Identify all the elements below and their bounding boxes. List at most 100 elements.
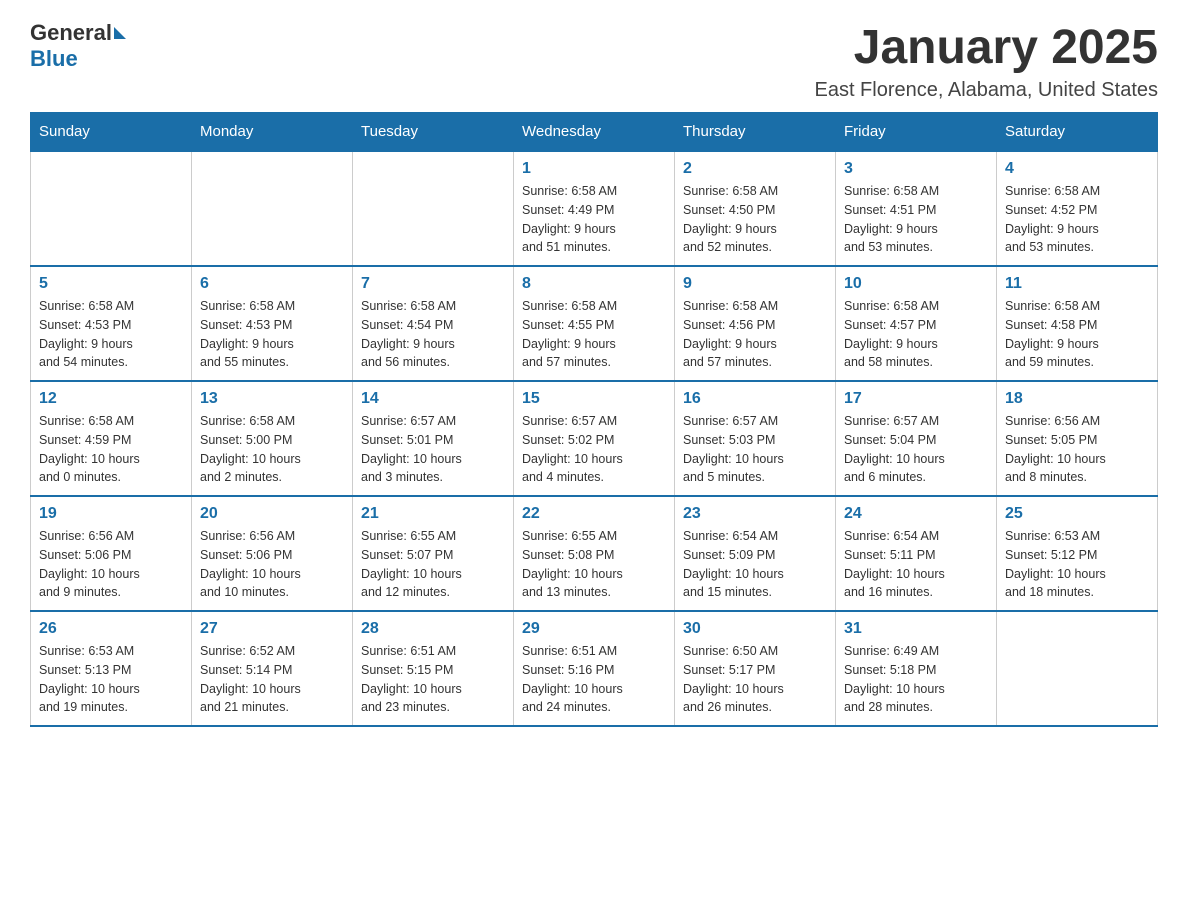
day-number: 27 <box>200 620 344 638</box>
logo-general-text: General <box>30 20 112 46</box>
day-info: Sunrise: 6:58 AM Sunset: 4:53 PM Dayligh… <box>39 297 183 372</box>
calendar-day-header: Monday <box>192 113 353 152</box>
calendar-day-header: Wednesday <box>514 113 675 152</box>
location-subtitle: East Florence, Alabama, United States <box>814 79 1158 102</box>
day-number: 13 <box>200 390 344 408</box>
day-number: 2 <box>683 160 827 178</box>
calendar-cell: 18Sunrise: 6:56 AM Sunset: 5:05 PM Dayli… <box>997 381 1158 496</box>
day-number: 26 <box>39 620 183 638</box>
day-number: 20 <box>200 505 344 523</box>
day-info: Sunrise: 6:57 AM Sunset: 5:02 PM Dayligh… <box>522 412 666 487</box>
day-number: 12 <box>39 390 183 408</box>
calendar-cell: 9 Sunrise: 6:58 AM Sunset: 4:56 PM Daylig… <box>675 266 836 381</box>
day-info: Sunrise: 6:55 AM Sunset: 5:08 PM Dayligh… <box>522 527 666 602</box>
calendar-cell: 1Sunrise: 6:58 AM Sunset: 4:49 PM Daylig… <box>514 151 675 266</box>
calendar-cell: 23Sunrise: 6:54 AM Sunset: 5:09 PM Dayli… <box>675 496 836 611</box>
calendar-cell: 21 Sunrise: 6:55 AM Sunset: 5:07 PM Dayli… <box>353 496 514 611</box>
calendar-cell: 24Sunrise: 6:54 AM Sunset: 5:11 PM Dayli… <box>836 496 997 611</box>
calendar-cell: 28Sunrise: 6:51 AM Sunset: 5:15 PM Dayli… <box>353 611 514 726</box>
calendar-cell <box>31 151 192 266</box>
calendar-week-row: 12 Sunrise: 6:58 AM Sunset: 4:59 PM Dayli… <box>31 381 1158 496</box>
calendar-cell: 11 Sunrise: 6:58 AM Sunset: 4:58 PM Dayli… <box>997 266 1158 381</box>
day-number: 3 <box>844 160 988 178</box>
day-info: Sunrise: 6:58 AM Sunset: 4:55 PM Dayligh… <box>522 297 666 372</box>
day-info: Sunrise: 6:56 AM Sunset: 5:06 PM Dayligh… <box>39 527 183 602</box>
day-info: Sunrise: 6:58 AM Sunset: 4:49 PM Dayligh… <box>522 182 666 257</box>
day-info: Sunrise: 6:53 AM Sunset: 5:12 PM Dayligh… <box>1005 527 1149 602</box>
day-number: 19 <box>39 505 183 523</box>
day-info: Sunrise: 6:58 AM Sunset: 4:57 PM Dayligh… <box>844 297 988 372</box>
calendar-cell: 19 Sunrise: 6:56 AM Sunset: 5:06 PM Dayli… <box>31 496 192 611</box>
day-number: 30 <box>683 620 827 638</box>
day-info: Sunrise: 6:58 AM Sunset: 4:59 PM Dayligh… <box>39 412 183 487</box>
calendar-cell <box>353 151 514 266</box>
day-number: 5 <box>39 275 183 293</box>
calendar-week-row: 1Sunrise: 6:58 AM Sunset: 4:49 PM Daylig… <box>31 151 1158 266</box>
calendar-cell: 31 Sunrise: 6:49 AM Sunset: 5:18 PM Dayli… <box>836 611 997 726</box>
day-info: Sunrise: 6:58 AM Sunset: 5:00 PM Dayligh… <box>200 412 344 487</box>
calendar-week-row: 26 Sunrise: 6:53 AM Sunset: 5:13 PM Dayli… <box>31 611 1158 726</box>
day-info: Sunrise: 6:55 AM Sunset: 5:07 PM Dayligh… <box>361 527 505 602</box>
day-info: Sunrise: 6:51 AM Sunset: 5:15 PM Dayligh… <box>361 642 505 717</box>
calendar-cell: 13 Sunrise: 6:58 AM Sunset: 5:00 PM Dayli… <box>192 381 353 496</box>
day-number: 24 <box>844 505 988 523</box>
day-number: 22 <box>522 505 666 523</box>
day-info: Sunrise: 6:58 AM Sunset: 4:56 PM Dayligh… <box>683 297 827 372</box>
day-info: Sunrise: 6:58 AM Sunset: 4:58 PM Dayligh… <box>1005 297 1149 372</box>
day-number: 21 <box>361 505 505 523</box>
calendar-cell: 17 Sunrise: 6:57 AM Sunset: 5:04 PM Dayli… <box>836 381 997 496</box>
day-number: 8 <box>522 275 666 293</box>
calendar-day-header: Sunday <box>31 113 192 152</box>
day-info: Sunrise: 6:56 AM Sunset: 5:05 PM Dayligh… <box>1005 412 1149 487</box>
day-info: Sunrise: 6:49 AM Sunset: 5:18 PM Dayligh… <box>844 642 988 717</box>
logo-triangle-icon <box>114 27 126 39</box>
logo-blue-text: Blue <box>30 46 78 71</box>
calendar-cell: 3 Sunrise: 6:58 AM Sunset: 4:51 PM Daylig… <box>836 151 997 266</box>
day-info: Sunrise: 6:57 AM Sunset: 5:01 PM Dayligh… <box>361 412 505 487</box>
calendar-cell: 12 Sunrise: 6:58 AM Sunset: 4:59 PM Dayli… <box>31 381 192 496</box>
day-number: 11 <box>1005 275 1149 293</box>
calendar-cell: 30Sunrise: 6:50 AM Sunset: 5:17 PM Dayli… <box>675 611 836 726</box>
day-number: 10 <box>844 275 988 293</box>
calendar-cell: 14 Sunrise: 6:57 AM Sunset: 5:01 PM Dayli… <box>353 381 514 496</box>
day-number: 14 <box>361 390 505 408</box>
day-info: Sunrise: 6:57 AM Sunset: 5:03 PM Dayligh… <box>683 412 827 487</box>
calendar-header-row: SundayMondayTuesdayWednesdayThursdayFrid… <box>31 113 1158 152</box>
day-info: Sunrise: 6:51 AM Sunset: 5:16 PM Dayligh… <box>522 642 666 717</box>
day-number: 31 <box>844 620 988 638</box>
calendar-cell: 2 Sunrise: 6:58 AM Sunset: 4:50 PM Daylig… <box>675 151 836 266</box>
day-info: Sunrise: 6:58 AM Sunset: 4:53 PM Dayligh… <box>200 297 344 372</box>
calendar-day-header: Saturday <box>997 113 1158 152</box>
calendar-cell: 27Sunrise: 6:52 AM Sunset: 5:14 PM Dayli… <box>192 611 353 726</box>
day-info: Sunrise: 6:58 AM Sunset: 4:54 PM Dayligh… <box>361 297 505 372</box>
logo: General Blue <box>30 20 128 72</box>
calendar-cell: 10 Sunrise: 6:58 AM Sunset: 4:57 PM Dayli… <box>836 266 997 381</box>
day-number: 4 <box>1005 160 1149 178</box>
calendar-day-header: Friday <box>836 113 997 152</box>
day-info: Sunrise: 6:58 AM Sunset: 4:50 PM Dayligh… <box>683 182 827 257</box>
calendar-day-header: Tuesday <box>353 113 514 152</box>
calendar-week-row: 19 Sunrise: 6:56 AM Sunset: 5:06 PM Dayli… <box>31 496 1158 611</box>
day-info: Sunrise: 6:58 AM Sunset: 4:51 PM Dayligh… <box>844 182 988 257</box>
calendar-cell: 22 Sunrise: 6:55 AM Sunset: 5:08 PM Dayli… <box>514 496 675 611</box>
day-info: Sunrise: 6:56 AM Sunset: 5:06 PM Dayligh… <box>200 527 344 602</box>
day-info: Sunrise: 6:58 AM Sunset: 4:52 PM Dayligh… <box>1005 182 1149 257</box>
day-number: 7 <box>361 275 505 293</box>
calendar-cell: 29Sunrise: 6:51 AM Sunset: 5:16 PM Dayli… <box>514 611 675 726</box>
calendar-cell: 20 Sunrise: 6:56 AM Sunset: 5:06 PM Dayli… <box>192 496 353 611</box>
day-info: Sunrise: 6:57 AM Sunset: 5:04 PM Dayligh… <box>844 412 988 487</box>
calendar-cell: 16Sunrise: 6:57 AM Sunset: 5:03 PM Dayli… <box>675 381 836 496</box>
day-number: 9 <box>683 275 827 293</box>
calendar-week-row: 5 Sunrise: 6:58 AM Sunset: 4:53 PM Daylig… <box>31 266 1158 381</box>
day-number: 17 <box>844 390 988 408</box>
page-header: General Blue January 2025 East Florence,… <box>30 20 1158 102</box>
calendar-cell <box>997 611 1158 726</box>
title-section: January 2025 East Florence, Alabama, Uni… <box>814 20 1158 102</box>
day-info: Sunrise: 6:53 AM Sunset: 5:13 PM Dayligh… <box>39 642 183 717</box>
calendar-cell: 6 Sunrise: 6:58 AM Sunset: 4:53 PM Daylig… <box>192 266 353 381</box>
calendar-cell <box>192 151 353 266</box>
calendar-cell: 25Sunrise: 6:53 AM Sunset: 5:12 PM Dayli… <box>997 496 1158 611</box>
day-number: 6 <box>200 275 344 293</box>
day-number: 23 <box>683 505 827 523</box>
calendar-day-header: Thursday <box>675 113 836 152</box>
